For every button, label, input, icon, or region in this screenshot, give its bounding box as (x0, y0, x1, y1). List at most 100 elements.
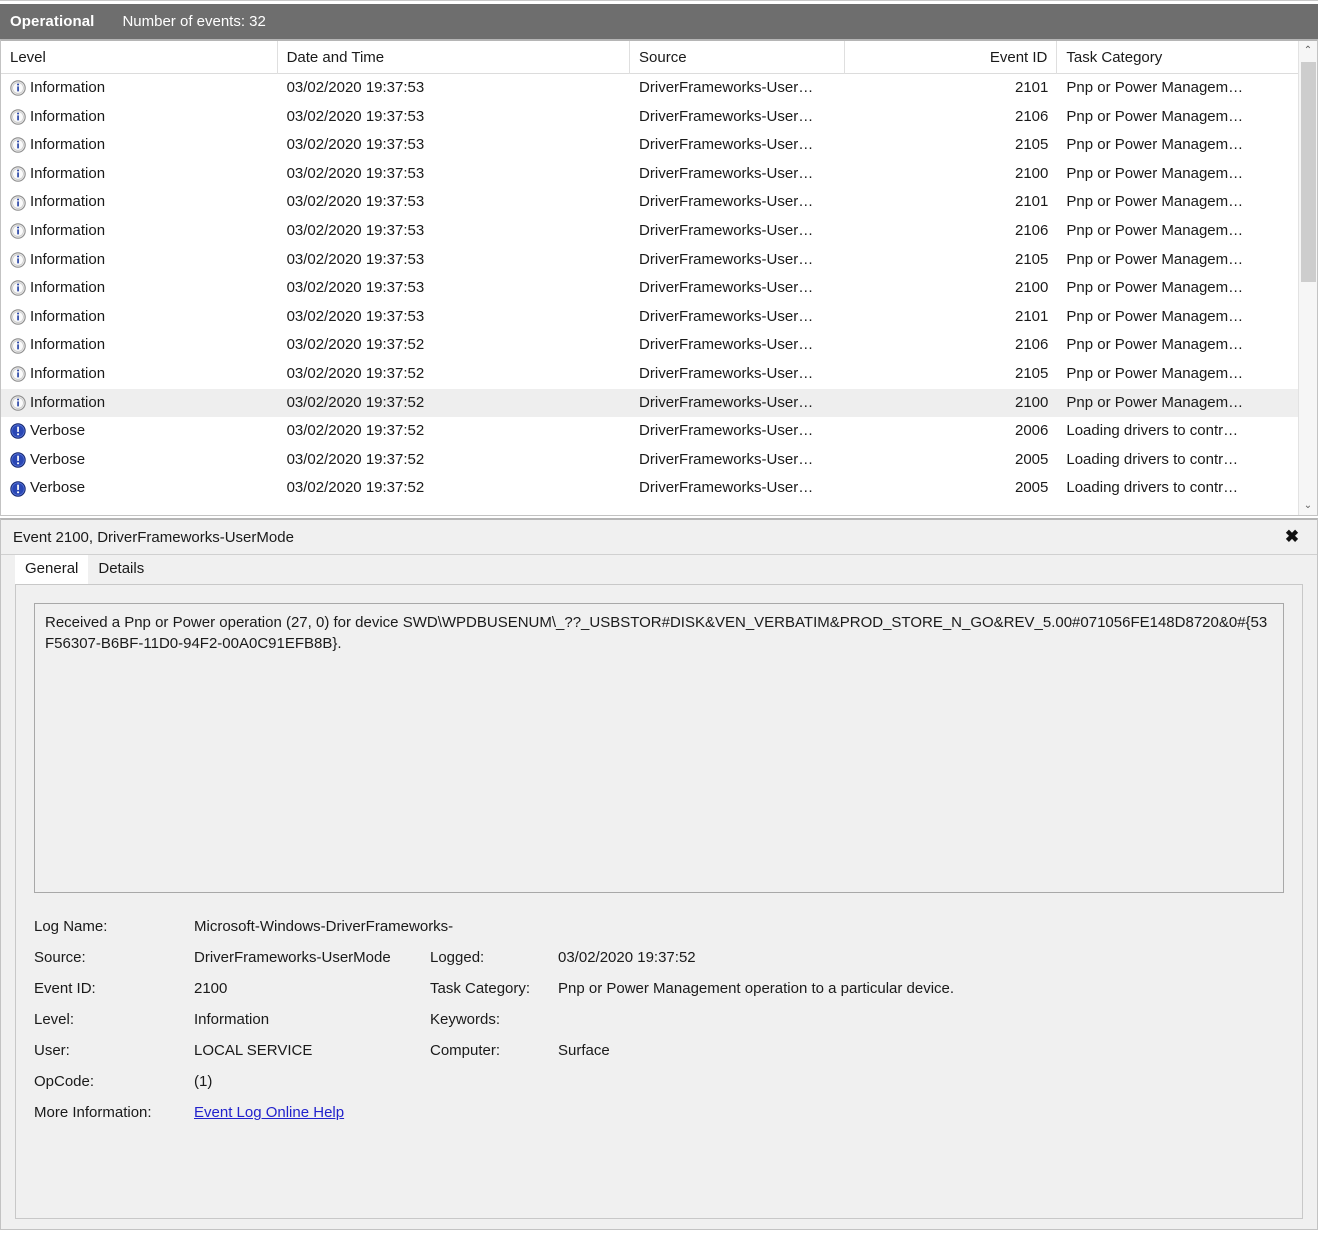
scrollbar-thumb[interactable] (1301, 62, 1316, 282)
cell-date-and-time: 03/02/2020 19:37:53 (286, 250, 425, 268)
cell-date-and-time: 03/02/2020 19:37:52 (286, 422, 425, 440)
table-row[interactable]: Information 03/02/2020 19:37:53 DriverFram… (1, 74, 1298, 103)
event-description-box[interactable]: Received a Pnp or Power operation (27, 0… (34, 603, 1284, 893)
cell-date-and-time: 03/02/2020 19:37:53 (286, 107, 425, 125)
cell-event-id: 2100 (1015, 393, 1049, 411)
table-row[interactable]: Verbose 03/02/2020 19:37:52 DriverFramewor… (1, 417, 1298, 446)
information-icon (10, 337, 30, 354)
label-user: User: (34, 1042, 70, 1059)
cell-level: Information (1, 389, 278, 418)
cell-task-category: Pnp or Power Managem… (1066, 79, 1244, 96)
cell-event-id: 2101 (1015, 79, 1049, 96)
metadata-row-user: User: LOCAL SERVICE (34, 1035, 454, 1066)
cell-task-category: Loading drivers to contr… (1066, 479, 1239, 497)
verbose-icon (10, 480, 30, 497)
column-header-level[interactable]: Level (1, 41, 278, 74)
cell-level: Information (1, 217, 278, 246)
cell-source: DriverFrameworks-User… (639, 164, 814, 182)
table-row[interactable]: Information 03/02/2020 19:37:53 DriverFram… (1, 217, 1298, 246)
cell-date-and-time: 03/02/2020 19:37:53 (286, 307, 425, 325)
table-row[interactable]: Verbose 03/02/2020 19:37:52 DriverFramewor… (1, 446, 1298, 475)
cell-source: DriverFrameworks-User… (639, 136, 814, 154)
table-row[interactable]: Verbose 03/02/2020 19:37:52 DriverFramewor… (1, 474, 1298, 503)
scroll-down-button[interactable]: ⌄ (1299, 496, 1317, 515)
event-list-scrollbar[interactable]: ⌃ ⌄ (1298, 41, 1317, 515)
close-icon[interactable]: ✖ (1277, 525, 1307, 549)
cell-task-category: Pnp or Power Managem… (1066, 364, 1244, 382)
cell-task-category: Loading drivers to contr… (1066, 422, 1239, 440)
cell-event-id: 2105 (1015, 136, 1049, 154)
tab-general[interactable]: General (15, 555, 89, 584)
cell-task-category: Pnp or Power Managem… (1066, 107, 1244, 125)
log-name-label: Operational (10, 13, 95, 30)
table-row[interactable]: Information 03/02/2020 19:37:53 DriverFram… (1, 188, 1298, 217)
cell-level-label: Verbose (30, 479, 86, 497)
chevron-down-icon: ⌄ (1303, 499, 1313, 511)
cell-task-category: Pnp or Power Managem… (1066, 279, 1244, 297)
column-header-source[interactable]: Source (630, 41, 845, 74)
event-list-panel: Level Date and Time Source Event ID Task… (0, 39, 1318, 516)
column-header-event-id[interactable]: Event ID (845, 41, 1058, 74)
metadata-row-keywords: Keywords: (430, 1004, 1070, 1035)
cell-event-id: 2105 (1015, 364, 1049, 382)
value-event-id: 2100 (194, 980, 228, 997)
information-icon (10, 280, 30, 297)
value-opcode: (1) (194, 1073, 213, 1090)
event-detail-body: Received a Pnp or Power operation (27, 0… (15, 584, 1303, 1219)
cell-task-category: Pnp or Power Managem… (1066, 250, 1244, 268)
table-row[interactable]: Information 03/02/2020 19:37:53 DriverFram… (1, 274, 1298, 303)
cell-date-and-time: 03/02/2020 19:37:53 (286, 164, 425, 182)
event-log-online-help-link[interactable]: Event Log Online Help (194, 1104, 344, 1121)
cell-level: Information (1, 274, 278, 303)
event-detail-title: Event 2100, DriverFrameworks-UserMode (13, 528, 294, 546)
cell-source: DriverFrameworks-User… (639, 250, 814, 268)
table-row[interactable]: Information 03/02/2020 19:37:53 DriverFram… (1, 246, 1298, 275)
event-list-rows: Information 03/02/2020 19:37:53 DriverFram… (1, 74, 1298, 503)
cell-source: DriverFrameworks-User… (639, 79, 814, 96)
table-row[interactable]: Information 03/02/2020 19:37:53 DriverFram… (1, 160, 1298, 189)
information-icon (10, 309, 30, 325)
column-header-date-and-time[interactable]: Date and Time (278, 41, 631, 74)
cell-event-id: 2005 (1015, 450, 1049, 468)
table-row[interactable]: Information 03/02/2020 19:37:52 DriverFram… (1, 331, 1298, 360)
event-metadata-left-column: Log Name: Microsoft-Windows-DriverFramew… (34, 911, 454, 1128)
table-row[interactable]: Information 03/02/2020 19:37:53 DriverFram… (1, 131, 1298, 160)
cell-level: Information (1, 303, 278, 332)
value-logged: 03/02/2020 19:37:52 (558, 949, 696, 966)
value-log-name: Microsoft-Windows-DriverFrameworks-UserM… (194, 918, 454, 935)
cell-event-id: 2106 (1015, 336, 1049, 354)
cell-task-category: Pnp or Power Managem… (1066, 336, 1244, 354)
cell-task-category: Loading drivers to contr… (1066, 450, 1239, 468)
value-computer: Surface (558, 1042, 610, 1059)
cell-level: Information (1, 331, 278, 360)
cell-event-id: 2100 (1015, 279, 1049, 297)
column-header-task-category[interactable]: Task Category (1057, 41, 1298, 74)
event-metadata-right-column: Logged: 03/02/2020 19:37:52 Task Categor… (430, 942, 1070, 1066)
metadata-row-computer: Computer: Surface (430, 1035, 1070, 1066)
cell-level: Information (1, 131, 278, 160)
cell-task-category: Pnp or Power Managem… (1066, 307, 1244, 325)
scroll-up-button[interactable]: ⌃ (1299, 41, 1317, 60)
cell-level-label: Information (30, 364, 106, 382)
metadata-row-level: Level: Information (34, 1004, 454, 1035)
tab-details[interactable]: Details (88, 555, 154, 584)
metadata-row-logged: Logged: 03/02/2020 19:37:52 (430, 942, 1070, 973)
event-count-label: Number of events: 32 (122, 13, 266, 30)
table-row[interactable]: Information 03/02/2020 19:37:52 DriverFram… (1, 388, 1298, 418)
cell-level-label: Information (30, 193, 106, 211)
table-row[interactable]: Information 03/02/2020 19:37:52 DriverFram… (1, 360, 1298, 389)
label-keywords: Keywords: (430, 1011, 501, 1028)
cell-level: Verbose (1, 417, 278, 446)
table-row[interactable]: Information 03/02/2020 19:37:53 DriverFram… (1, 103, 1298, 132)
cell-level-label: Information (30, 164, 106, 182)
information-icon (10, 223, 30, 240)
cell-source: DriverFrameworks-User… (639, 450, 814, 468)
event-detail-header: Event 2100, DriverFrameworks-UserMode ✖ (1, 520, 1317, 555)
information-icon (10, 109, 30, 125)
cell-event-id: 2106 (1015, 221, 1049, 239)
event-metadata: Log Name: Microsoft-Windows-DriverFramew… (34, 911, 1284, 1141)
table-row[interactable]: Information 03/02/2020 19:37:53 DriverFram… (1, 303, 1298, 332)
cell-event-id: 2105 (1015, 250, 1049, 268)
value-task-category: Pnp or Power Management operation to a p… (558, 980, 955, 997)
cell-level: Information (1, 360, 278, 389)
